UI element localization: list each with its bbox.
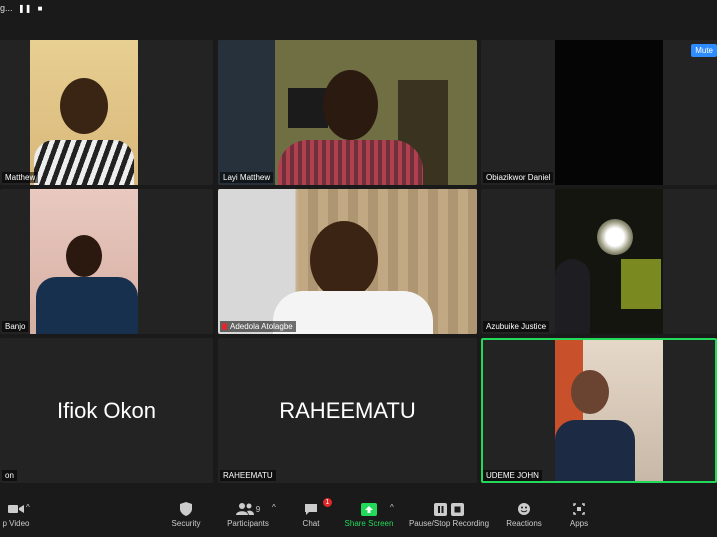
- recording-label: g...: [0, 3, 13, 13]
- apps-button[interactable]: Apps: [564, 501, 594, 528]
- apps-icon: [564, 501, 594, 517]
- stop-video-label: p Video: [2, 519, 30, 528]
- muted-mic-icon: [222, 323, 227, 330]
- participant-video: [218, 189, 477, 334]
- video-tile[interactable]: Layi Matthew: [218, 40, 477, 185]
- active-speaker-tile[interactable]: UDEME JOHN: [481, 338, 717, 483]
- participant-name: UDEME JOHN: [483, 470, 542, 481]
- reactions-label: Reactions: [506, 519, 542, 528]
- participant-video: [30, 40, 138, 185]
- participants-count: 9: [255, 504, 261, 514]
- stop-recording-icon[interactable]: ■: [34, 3, 46, 15]
- participant-name: Azubuike Justice: [483, 321, 550, 332]
- smiley-icon: [502, 501, 546, 517]
- chat-label: Chat: [302, 519, 320, 528]
- apps-label: Apps: [569, 519, 589, 528]
- video-tile[interactable]: Obiazikwor Daniel Mute: [481, 40, 717, 185]
- recording-bar: g... ❚❚ ■: [0, 0, 717, 20]
- share-screen-label: Share Screen: [344, 519, 394, 528]
- security-button[interactable]: Security: [166, 501, 206, 528]
- meeting-toolbar: p Video ^ Security 9 Participants ^ 1 Ch…: [0, 497, 717, 537]
- recording-control-label: Pause/Stop Recording: [408, 519, 490, 528]
- participant-name: Obiazikwor Daniel: [483, 172, 554, 183]
- share-options-chevron-icon[interactable]: ^: [390, 503, 394, 512]
- participant-display-name: Ifiok Okon: [56, 397, 157, 423]
- mute-button[interactable]: Mute: [691, 44, 717, 57]
- chat-button[interactable]: 1 Chat: [296, 498, 332, 528]
- participant-video: [555, 189, 663, 334]
- security-label: Security: [171, 519, 201, 528]
- pause-recording-icon[interactable]: ❚❚: [18, 3, 31, 15]
- video-tile[interactable]: Adedola Atolagbe: [218, 189, 477, 334]
- participant-name: on: [2, 470, 17, 481]
- participant-name: Matthew: [2, 172, 39, 183]
- reactions-button[interactable]: Reactions: [502, 501, 546, 528]
- participant-name: Layi Matthew: [220, 172, 274, 183]
- participant-video: [218, 40, 477, 185]
- video-tile[interactable]: Banjo: [0, 189, 213, 334]
- participant-video: [555, 40, 663, 185]
- participants-label: Participants: [227, 519, 269, 528]
- participants-button[interactable]: 9 Participants: [222, 501, 274, 528]
- participant-name: Banjo: [2, 321, 29, 332]
- participant-video: [30, 189, 138, 334]
- video-tile[interactable]: Azubuike Justice: [481, 189, 717, 334]
- video-options-chevron-icon[interactable]: ^: [26, 503, 30, 512]
- participant-name: Adedola Atolagbe: [220, 321, 296, 332]
- participant-display-name: RAHEEMATU: [279, 397, 416, 423]
- pause-stop-recording-button[interactable]: Pause/Stop Recording: [404, 501, 494, 528]
- chat-unread-badge: 1: [323, 498, 332, 507]
- participant-name: RAHEEMATU: [220, 470, 276, 481]
- participants-icon: 9: [222, 501, 274, 517]
- participant-video: [555, 340, 663, 481]
- shield-icon: [166, 501, 206, 517]
- pause-stop-recording-icon: [404, 501, 494, 517]
- chat-icon: 1: [296, 498, 332, 517]
- participants-options-chevron-icon[interactable]: ^: [272, 503, 276, 512]
- participant-name-text: Adedola Atolagbe: [230, 322, 293, 331]
- video-tile[interactable]: RAHEEMATU RAHEEMATU: [218, 338, 477, 483]
- video-tile[interactable]: Ifiok Okon on: [0, 338, 213, 483]
- video-tile[interactable]: Matthew: [0, 40, 213, 185]
